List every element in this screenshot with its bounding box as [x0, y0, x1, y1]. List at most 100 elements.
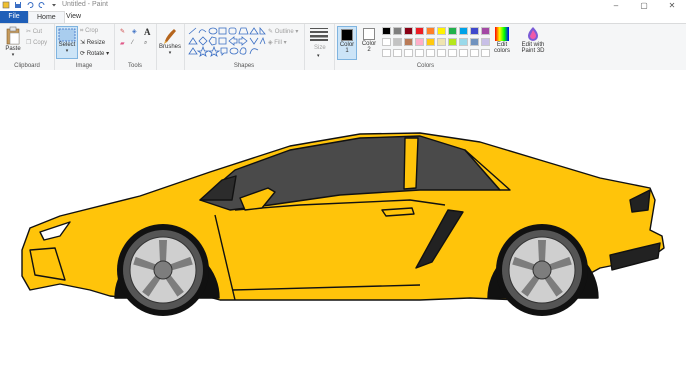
color-picker-icon[interactable]: ⁄: [132, 40, 133, 46]
palette-swatch[interactable]: [393, 49, 402, 57]
palette-swatch[interactable]: [481, 27, 490, 35]
redo-icon[interactable]: [38, 1, 46, 9]
rotate-icon: ⟳: [80, 51, 86, 57]
palette-swatch[interactable]: [459, 38, 468, 46]
outline-icon: ✎: [268, 29, 274, 35]
brushes-dropdown-icon[interactable]: ▾: [158, 50, 182, 56]
palette-swatch[interactable]: [415, 49, 424, 57]
color2-button[interactable]: Color 2: [359, 26, 379, 60]
size-dropdown-icon: ▾: [317, 53, 320, 59]
shapes-gallery[interactable]: [188, 27, 266, 57]
text-icon[interactable]: A: [144, 27, 151, 37]
color1-number: 1: [345, 48, 349, 54]
select-icon: [58, 28, 76, 42]
resize-icon: ⇲: [80, 40, 86, 46]
palette-swatch[interactable]: [404, 49, 413, 57]
palette-swatch[interactable]: [393, 38, 402, 46]
crop-button[interactable]: ⌗ Crop: [80, 28, 98, 35]
save-icon[interactable]: [14, 1, 22, 9]
edit-colors-label-2: colors: [493, 48, 510, 54]
window-controls: – ▢ ✕: [602, 0, 686, 11]
palette-swatch[interactable]: [448, 38, 457, 46]
paste-dropdown-icon[interactable]: ▾: [2, 52, 24, 58]
palette-swatch[interactable]: [382, 27, 391, 35]
palette-swatch[interactable]: [481, 49, 490, 57]
palette-swatch[interactable]: [437, 49, 446, 57]
eraser-icon[interactable]: ▰: [120, 40, 125, 47]
customize-dropdown-icon[interactable]: [50, 1, 58, 9]
outline-label: Outline: [274, 29, 294, 35]
paint3d-label-2: Paint 3D: [521, 48, 545, 54]
palette-swatch[interactable]: [448, 27, 457, 35]
color1-button[interactable]: Color 1: [337, 26, 357, 60]
palette-swatch[interactable]: [404, 38, 413, 46]
palette-swatch[interactable]: [470, 38, 479, 46]
paint3d-group[interactable]: Edit with Paint 3D: [517, 24, 549, 70]
image-group: Select ▾ ⌗ Crop ⇲ Resize ⟳ Rotate ▾ Imag…: [54, 24, 115, 70]
edit-colors-button[interactable]: Edit colors: [490, 26, 514, 54]
palette-swatch[interactable]: [415, 38, 424, 46]
palette-swatch[interactable]: [437, 27, 446, 35]
pencil-icon[interactable]: ✎: [120, 28, 125, 35]
ribbon: Paste ▾ ✂ Cut ❐ Copy Clipboard Select ▾ …: [0, 23, 686, 71]
brushes-group[interactable]: Brushes ▾: [156, 24, 185, 70]
crop-icon: ⌗: [80, 28, 84, 34]
palette-swatch[interactable]: [459, 49, 468, 57]
palette-swatch[interactable]: [470, 49, 479, 57]
magnifier-icon[interactable]: ⌕: [144, 40, 147, 47]
palette-swatch[interactable]: [382, 38, 391, 46]
cut-button[interactable]: ✂ Cut: [26, 28, 42, 35]
maximize-icon[interactable]: ▢: [630, 0, 658, 11]
undo-icon[interactable]: [26, 1, 34, 9]
select-button[interactable]: Select ▾: [56, 26, 78, 59]
fill-label: Fill: [274, 40, 282, 46]
select-dropdown-icon[interactable]: ▾: [57, 48, 77, 54]
edit-with-paint3d-button[interactable]: Edit with Paint 3D: [517, 26, 549, 54]
fill-dropdown-icon: ▾: [283, 40, 287, 46]
crop-label: Crop: [85, 28, 99, 34]
resize-button[interactable]: ⇲ Resize: [80, 39, 105, 46]
copy-icon: ❐: [26, 40, 32, 46]
car-drawing: [21, 132, 665, 316]
palette-swatch[interactable]: [382, 49, 391, 57]
colors-group-label: Colors: [416, 63, 435, 69]
copy-button[interactable]: ❐ Copy: [26, 39, 47, 46]
drawing-canvas[interactable]: [0, 70, 686, 386]
palette-swatch[interactable]: [448, 49, 457, 57]
fill-bucket-icon[interactable]: ◈: [132, 28, 137, 35]
close-icon[interactable]: ✕: [658, 0, 686, 11]
resize-label: Resize: [86, 40, 106, 46]
tools-group: ✎ ◈ A ▰ ⁄ ⌕ Tools: [114, 24, 157, 70]
size-group[interactable]: Size ▾: [304, 24, 335, 70]
fill-button[interactable]: ◈ Fill ▾: [268, 39, 287, 46]
palette-swatch[interactable]: [459, 27, 468, 35]
rotate-button[interactable]: ⟳ Rotate ▾: [80, 50, 109, 57]
palette-swatch[interactable]: [426, 38, 435, 46]
edit-colors-icon: [495, 27, 509, 41]
brushes-button[interactable]: Brushes ▾: [158, 26, 182, 56]
size-lines-icon: [310, 28, 328, 41]
cut-label: Cut: [32, 29, 43, 35]
minimize-icon[interactable]: –: [602, 0, 630, 11]
palette-swatch[interactable]: [415, 27, 424, 35]
palette-swatch[interactable]: [404, 27, 413, 35]
palette-swatch[interactable]: [393, 27, 402, 35]
tab-view[interactable]: View: [58, 11, 89, 23]
paint3d-icon: [528, 27, 538, 41]
tab-file[interactable]: File: [0, 11, 28, 23]
palette-swatch[interactable]: [481, 38, 490, 46]
scissors-icon: ✂: [26, 29, 32, 35]
palette-swatch[interactable]: [437, 38, 446, 46]
paste-icon: [6, 26, 20, 45]
color2-number: 2: [367, 47, 371, 53]
outline-button[interactable]: ✎ Outline ▾: [268, 28, 298, 35]
brush-icon: [164, 29, 176, 44]
paste-button[interactable]: Paste ▾: [2, 26, 24, 58]
ribbon-tabs: File Home View: [0, 11, 686, 23]
palette-swatch[interactable]: [426, 49, 435, 57]
palette-swatch[interactable]: [426, 27, 435, 35]
window-title: Untitled - Paint: [62, 1, 108, 8]
rotate-label: Rotate: [86, 51, 105, 57]
title-bar: Untitled - Paint – ▢ ✕: [0, 0, 686, 11]
palette-swatch[interactable]: [470, 27, 479, 35]
